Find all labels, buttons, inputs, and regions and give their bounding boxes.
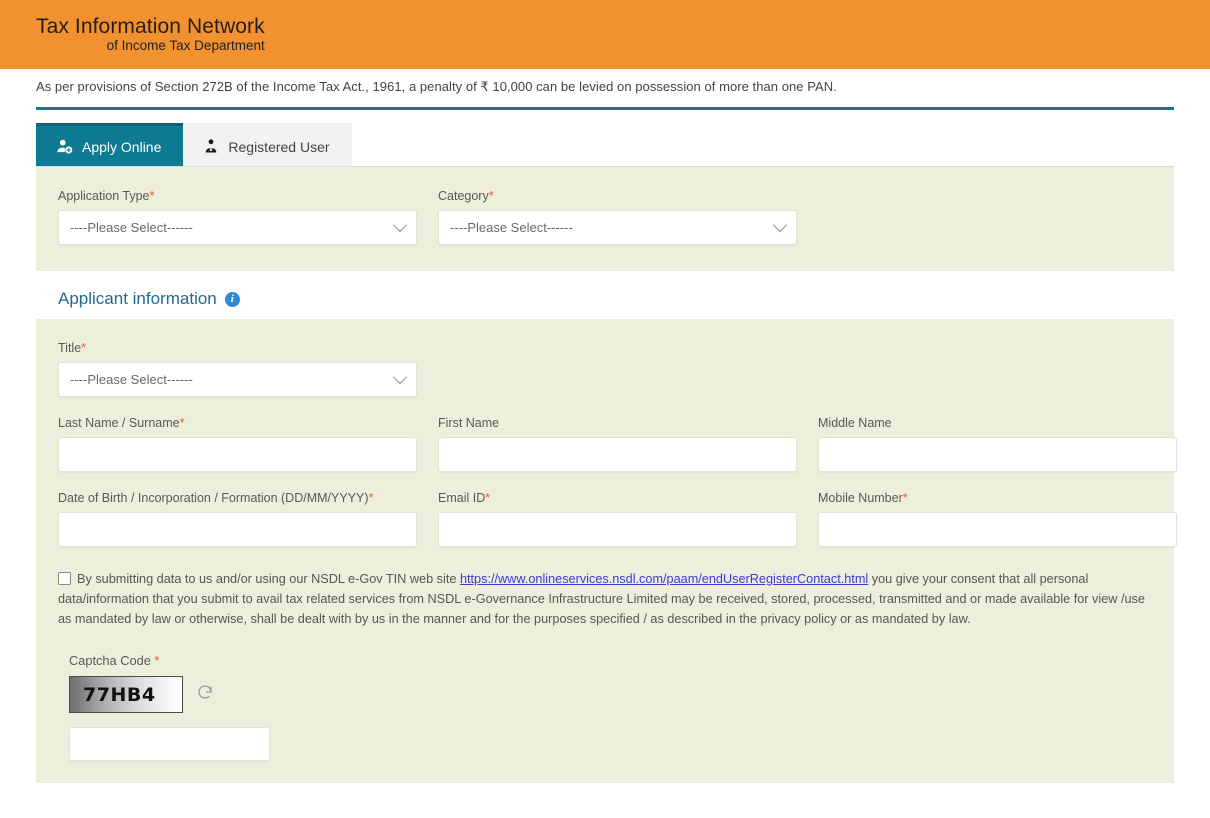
mobile-input[interactable] bbox=[818, 512, 1177, 547]
application-panel: Application Type* ----Please Select-----… bbox=[36, 167, 1174, 271]
tin-logo: Tax Information Network of Income Tax De… bbox=[36, 14, 265, 53]
required-marker: * bbox=[488, 189, 494, 203]
required-marker: * bbox=[81, 341, 87, 355]
tab-bar: Apply Online Registered User bbox=[36, 123, 1174, 167]
chevron-down-icon bbox=[392, 217, 408, 232]
middle-name-field: Middle Name bbox=[818, 416, 1177, 472]
first-name-label: First Name bbox=[438, 416, 500, 430]
last-name-input[interactable] bbox=[58, 437, 417, 472]
application-type-field: Application Type* ----Please Select-----… bbox=[58, 189, 417, 245]
header-divider bbox=[36, 107, 1174, 110]
category-select[interactable]: ----Please Select------ bbox=[438, 210, 797, 245]
consent-text-part1: By submitting data to us and/or using ou… bbox=[77, 572, 460, 586]
nsdl-consent-link[interactable]: https://www.onlineservices.nsdl.com/paam… bbox=[460, 572, 868, 586]
mobile-field: Mobile Number* bbox=[818, 491, 1177, 547]
required-marker: * bbox=[154, 653, 160, 668]
required-marker: * bbox=[149, 189, 155, 203]
page-title: Applicant information bbox=[58, 289, 217, 308]
title-label: Title* bbox=[58, 341, 87, 355]
last-name-field: Last Name / Surname* bbox=[58, 416, 417, 472]
registered-user-icon bbox=[203, 138, 219, 155]
chevron-down-icon bbox=[392, 369, 408, 384]
info-icon[interactable]: i bbox=[224, 291, 240, 307]
captcha-row: 77HB4 bbox=[69, 676, 1152, 713]
user-plus-icon bbox=[56, 138, 73, 155]
required-marker: * bbox=[485, 491, 491, 505]
dob-field: Date of Birth / Incorporation / Formatio… bbox=[58, 491, 417, 547]
applicant-information-heading: Applicant information i bbox=[36, 289, 1174, 319]
category-field: Category* ----Please Select------ bbox=[438, 189, 797, 245]
application-type-value: ----Please Select------ bbox=[70, 220, 193, 235]
refresh-icon[interactable] bbox=[196, 683, 214, 706]
captcha-image: 77HB4 bbox=[69, 676, 183, 713]
dob-input[interactable] bbox=[58, 512, 417, 547]
middle-name-input[interactable] bbox=[818, 437, 1177, 472]
email-field: Email ID* bbox=[438, 491, 797, 547]
consent-checkbox[interactable] bbox=[58, 572, 71, 585]
tab-apply-online-label: Apply Online bbox=[82, 138, 162, 155]
logo-secondary-text: of Income Tax Department bbox=[106, 37, 265, 53]
email-label: Email ID* bbox=[438, 491, 491, 505]
middle-name-label: Middle Name bbox=[818, 416, 892, 430]
captcha-label: Captcha Code * bbox=[69, 653, 160, 668]
first-name-input[interactable] bbox=[438, 437, 797, 472]
site-header: Tax Information Network of Income Tax De… bbox=[0, 0, 1210, 69]
application-row: Application Type* ----Please Select-----… bbox=[58, 189, 1152, 245]
captcha-input[interactable] bbox=[69, 727, 270, 761]
title-value: ----Please Select------ bbox=[70, 372, 193, 387]
captcha-block: Captcha Code * 77HB4 bbox=[58, 653, 1152, 761]
consent-block: By submitting data to us and/or using ou… bbox=[58, 569, 1152, 629]
first-name-field: First Name bbox=[438, 416, 797, 472]
required-marker: * bbox=[368, 491, 374, 505]
application-type-select[interactable]: ----Please Select------ bbox=[58, 210, 417, 245]
applicant-information-panel: Title* ----Please Select------ Last Name… bbox=[36, 319, 1177, 783]
required-marker: * bbox=[902, 491, 908, 505]
email-input[interactable] bbox=[438, 512, 797, 547]
category-value: ----Please Select------ bbox=[450, 220, 573, 235]
tab-registered-user-label: Registered User bbox=[228, 138, 330, 155]
application-type-label: Application Type* bbox=[58, 189, 155, 203]
name-row: Last Name / Surname* First Name Middle N… bbox=[58, 416, 1177, 472]
category-label: Category* bbox=[438, 189, 494, 203]
required-marker: * bbox=[179, 416, 185, 430]
mobile-label: Mobile Number* bbox=[818, 491, 908, 505]
title-row: Title* ----Please Select------ bbox=[58, 341, 1152, 397]
penalty-notice: As per provisions of Section 272B of the… bbox=[36, 79, 837, 94]
chevron-down-icon bbox=[772, 217, 788, 232]
tab-registered-user[interactable]: Registered User bbox=[183, 123, 352, 166]
last-name-label: Last Name / Surname* bbox=[58, 416, 185, 430]
dob-row: Date of Birth / Incorporation / Formatio… bbox=[58, 491, 1177, 547]
logo-primary-text: Tax Information Network bbox=[36, 14, 265, 38]
tab-apply-online[interactable]: Apply Online bbox=[36, 123, 184, 166]
title-select[interactable]: ----Please Select------ bbox=[58, 362, 417, 397]
title-field: Title* ----Please Select------ bbox=[58, 341, 417, 397]
dob-label: Date of Birth / Incorporation / Formatio… bbox=[58, 491, 374, 505]
